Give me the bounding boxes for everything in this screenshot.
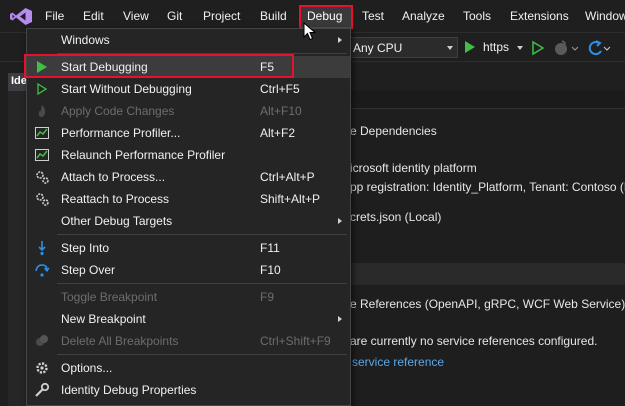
start-debugging-button[interactable]: https (465, 39, 527, 57)
menu-item-shortcut: F10 (260, 263, 281, 277)
breakpoints-icon (36, 335, 48, 346)
menu-file[interactable]: File (45, 9, 64, 23)
menu-edit[interactable]: Edit (83, 9, 104, 23)
menu-item-delete-all-breakpoints[interactable]: Delete All Breakpoints Ctrl+Shift+F9 (27, 330, 350, 352)
wrench-icon (35, 382, 50, 397)
menu-item-step-into[interactable]: Step Into F11 (27, 237, 350, 259)
menu-item-label: Relaunch Performance Profiler (61, 148, 226, 162)
menu-view[interactable]: View (123, 9, 149, 23)
gear-icon (36, 362, 48, 374)
menu-item-shortcut: F9 (260, 290, 275, 304)
menu-item-shortcut: Ctrl+F5 (260, 82, 300, 96)
menu-tools[interactable]: Tools (463, 9, 491, 23)
chevron-down-icon (517, 46, 523, 50)
menu-separator (57, 283, 347, 284)
no-service-references-text: are currently no service references conf… (350, 334, 598, 348)
gears-icon (36, 171, 49, 184)
menu-item-reattach-to-process[interactable]: Reattach to Process Shift+Alt+P (27, 188, 350, 210)
menu-item-label: New Breakpoint (61, 312, 146, 326)
menu-item-label: Start Debugging (61, 60, 148, 74)
menu-item-shortcut: F5 (260, 60, 275, 74)
menu-item-step-over[interactable]: Step Over F10 (27, 259, 350, 281)
menu-item-label: Step Over (61, 263, 116, 277)
menu-item-label: Delete All Breakpoints (61, 334, 179, 348)
menu-analyze[interactable]: Analyze (402, 9, 445, 23)
submenu-arrow-icon (338, 218, 342, 224)
performance-chart-icon (35, 127, 49, 139)
play-solid-icon (37, 61, 47, 73)
menu-item-identity-debug-properties[interactable]: Identity Debug Properties (27, 379, 350, 401)
gears-icon (36, 193, 49, 206)
menu-item-label: Start Without Debugging (61, 82, 192, 96)
menu-git[interactable]: Git (167, 9, 182, 23)
submenu-arrow-icon (338, 316, 342, 322)
section-divider (350, 263, 625, 285)
chevron-down-icon (447, 46, 453, 50)
menu-item-toggle-breakpoint[interactable]: Toggle Breakpoint F9 (27, 286, 350, 308)
menu-item-label: Performance Profiler... (61, 126, 181, 140)
play-outline-icon[interactable] (532, 38, 544, 58)
menu-item-shortcut: Ctrl+Alt+P (260, 170, 315, 184)
menu-item-other-debug-targets[interactable]: Other Debug Targets (27, 210, 350, 232)
performance-chart-icon (35, 149, 49, 161)
refresh-icon[interactable] (585, 38, 613, 58)
hot-reload-icon[interactable] (553, 38, 581, 58)
menu-separator (57, 234, 347, 235)
menu-item-start-debugging[interactable]: Start Debugging F5 (24, 54, 350, 78)
menu-item-relaunch-performance-profiler[interactable]: Relaunch Performance Profiler (27, 144, 350, 166)
menu-build[interactable]: Build (260, 9, 287, 23)
debug-menu-dropdown: Windows Start Debugging F5 Start Without… (24, 28, 351, 406)
menu-item-label: Step Into (61, 241, 110, 255)
platform-label: Any CPU (353, 41, 403, 55)
menu-item-label: Other Debug Targets (61, 214, 173, 228)
menu-item-new-breakpoint[interactable]: New Breakpoint (27, 308, 350, 330)
run-profile-label: https (483, 40, 510, 54)
menu-item-label: Reattach to Process (61, 192, 170, 206)
menu-item-label: Attach to Process... (61, 170, 166, 184)
mouse-cursor-icon (303, 22, 317, 41)
menu-item-shortcut: Ctrl+Shift+F9 (260, 334, 331, 348)
menu-project[interactable]: Project (203, 9, 240, 23)
menu-item-shortcut: Shift+Alt+P (260, 192, 321, 206)
menu-test[interactable]: Test (362, 9, 384, 23)
menu-item-label: Toggle Breakpoint (61, 290, 158, 304)
solution-platforms-combo[interactable]: Any CPU (346, 37, 458, 58)
menu-item-shortcut: Alt+F10 (260, 104, 302, 118)
menu-item-label: Identity Debug Properties (61, 383, 197, 397)
identity-platform-label: icrosoft identity platform (350, 161, 477, 175)
menu-item-label: Apply Code Changes (61, 104, 175, 118)
menu-extensions[interactable]: Extensions (510, 9, 569, 23)
visual-studio-logo-icon[interactable] (10, 8, 32, 25)
menu-item-apply-code-changes[interactable]: Apply Code Changes Alt+F10 (27, 100, 350, 122)
submenu-arrow-icon (338, 37, 342, 43)
service-references-heading: e References (OpenAPI, gRPC, WCF Web Ser… (350, 297, 625, 311)
menu-item-shortcut: Alt+F2 (260, 126, 296, 140)
play-icon (465, 41, 475, 53)
step-into-icon (38, 241, 46, 256)
menu-item-performance-profiler[interactable]: Performance Profiler... Alt+F2 (27, 122, 350, 144)
menu-item-shortcut: F11 (260, 241, 280, 255)
flame-icon (38, 105, 46, 117)
menu-item-options[interactable]: Options... (27, 357, 350, 379)
menu-item-label: Windows (61, 33, 110, 47)
add-service-reference-link[interactable]: service reference (352, 355, 444, 369)
menu-item-attach-to-process[interactable]: Attach to Process... Ctrl+Alt+P (27, 166, 350, 188)
step-over-icon (35, 264, 50, 277)
dependencies-heading: e Dependencies (350, 124, 437, 138)
menu-item-label: Options... (61, 361, 113, 375)
secrets-label: crets.json (Local) (350, 210, 442, 224)
menu-window[interactable]: Window (585, 9, 625, 23)
app-registration-label: pp registration: Identity_Platform, Tena… (350, 180, 625, 194)
menu-item-start-without-debugging[interactable]: Start Without Debugging Ctrl+F5 (27, 78, 350, 100)
play-outline-icon (37, 82, 48, 96)
menu-debug[interactable]: Debug (307, 9, 342, 23)
menu-item-windows[interactable]: Windows (27, 29, 350, 51)
menu-separator (57, 354, 347, 355)
